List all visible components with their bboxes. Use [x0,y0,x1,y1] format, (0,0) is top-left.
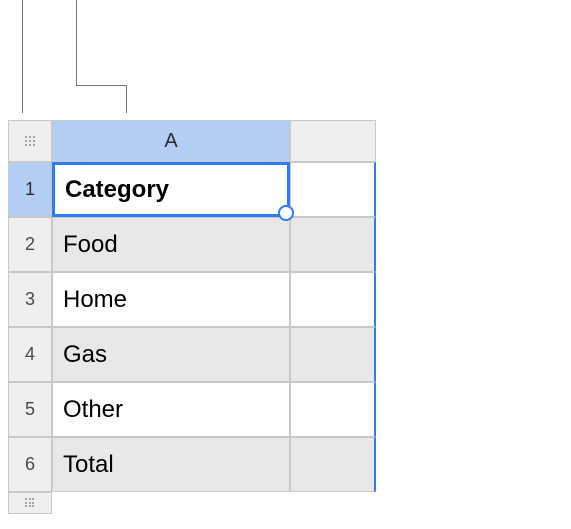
cell-A3[interactable]: Home [52,272,290,327]
cell-B4[interactable] [290,327,376,382]
cell-A1[interactable]: Category [52,162,290,217]
grid-icon [25,498,35,508]
row-header-4[interactable]: 4 [8,327,52,382]
cell-B1[interactable] [290,162,376,217]
select-all-corner[interactable] [8,120,52,162]
column-header-A[interactable]: A [52,120,290,162]
cell-B6[interactable] [290,437,376,492]
cell-A5[interactable]: Other [52,382,290,437]
row-header-1[interactable]: 1 [8,162,52,217]
cell-B3[interactable] [290,272,376,327]
add-row-button[interactable] [8,492,52,514]
row-header-3[interactable]: 3 [8,272,52,327]
row-header-5[interactable]: 5 [8,382,52,437]
cell-A2[interactable]: Food [52,217,290,272]
cell-B2[interactable] [290,217,376,272]
cell-A4[interactable]: Gas [52,327,290,382]
cell-A6[interactable]: Total [52,437,290,492]
spreadsheet-table: A 1 Category 2 Food 3 Home 4 Gas 5 Other… [8,120,376,514]
cell-B5[interactable] [290,382,376,437]
row-header-6[interactable]: 6 [8,437,52,492]
grid-icon [25,136,36,147]
row-header-2[interactable]: 2 [8,217,52,272]
column-header-empty[interactable] [290,120,376,162]
